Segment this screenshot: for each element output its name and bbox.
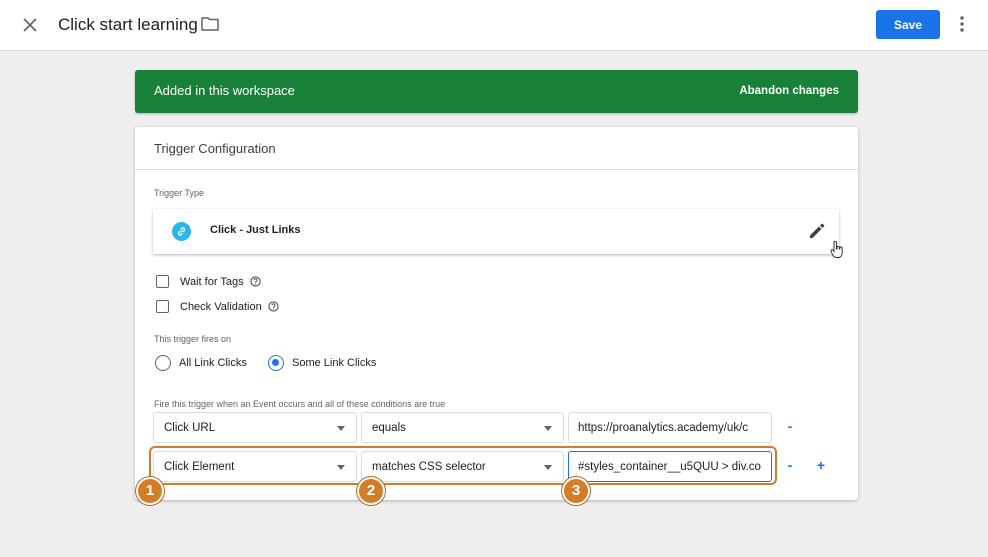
all-link-clicks-option[interactable]: All Link Clicks (155, 355, 247, 371)
check-validation-row: Check Validation (156, 300, 279, 313)
workspace-banner: Added in this workspace Abandon changes (135, 70, 858, 113)
conditions-label: Fire this trigger when an Event occurs a… (154, 399, 446, 409)
card-header: Trigger Configuration (135, 127, 858, 170)
card-title: Trigger Configuration (154, 141, 276, 156)
banner-text: Added in this workspace (154, 83, 295, 98)
close-button[interactable] (19, 14, 41, 36)
trigger-type-name: Click - Just Links (210, 224, 301, 236)
condition-1-variable-select[interactable]: Click URL (153, 412, 357, 443)
page-title[interactable]: Click start learning (58, 15, 198, 35)
wait-for-tags-label: Wait for Tags (180, 275, 244, 288)
help-circle-icon[interactable] (268, 301, 279, 312)
wait-for-tags-row: Wait for Tags (156, 275, 261, 288)
check-validation-label: Check Validation (180, 300, 262, 313)
condition-1-value-input[interactable] (568, 412, 772, 443)
close-icon (23, 18, 37, 32)
folder-icon (201, 17, 219, 31)
chevron-down-icon (337, 426, 345, 431)
some-link-clicks-label: Some Link Clicks (292, 357, 377, 369)
chevron-down-icon (544, 465, 552, 470)
condition-2-operator-value: matches CSS selector (372, 461, 486, 473)
check-validation-checkbox[interactable] (156, 300, 169, 313)
condition-2-value-input[interactable] (568, 451, 772, 482)
all-link-clicks-radio[interactable] (155, 355, 171, 371)
condition-2-variable-select[interactable]: Click Element (153, 451, 357, 482)
condition-2-variable-value: Click Element (164, 461, 235, 473)
annotation-marker-2: 2 (357, 477, 385, 505)
top-bar: Click start learning Save (0, 0, 988, 51)
condition-1-operator-value: equals (372, 422, 406, 434)
abandon-changes-link[interactable]: Abandon changes (739, 85, 839, 97)
wait-for-tags-checkbox[interactable] (156, 275, 169, 288)
edit-trigger-type-button[interactable] (808, 222, 826, 240)
chevron-down-icon (337, 465, 345, 470)
folder-button[interactable] (201, 16, 221, 34)
annotation-marker-3: 3 (562, 477, 590, 505)
all-link-clicks-label: All Link Clicks (179, 357, 247, 369)
edit-pencil-icon (810, 223, 825, 238)
link-icon (172, 222, 191, 241)
condition-2-operator-select[interactable]: matches CSS selector (361, 451, 564, 482)
trigger-configuration-card: Trigger Configuration (135, 127, 858, 500)
trigger-type-selector[interactable]: Click - Just Links (153, 209, 839, 254)
some-link-clicks-radio[interactable] (268, 355, 284, 371)
condition-2-remove-button[interactable]: - (783, 457, 797, 473)
annotation-marker-1: 1 (136, 477, 164, 505)
add-condition-button[interactable]: + (814, 457, 828, 473)
condition-1-operator-select[interactable]: equals (361, 412, 564, 443)
save-button[interactable]: Save (876, 10, 940, 39)
chevron-down-icon (544, 426, 552, 431)
condition-1-variable-value: Click URL (164, 422, 216, 434)
condition-1-remove-button[interactable]: - (783, 418, 797, 434)
fires-on-label: This trigger fires on (154, 334, 232, 344)
hand-cursor-icon (830, 241, 843, 258)
trigger-type-label: Trigger Type (154, 188, 205, 198)
help-circle-icon[interactable] (249, 276, 261, 287)
more-vert-icon (960, 16, 964, 32)
more-options-button[interactable] (955, 14, 969, 36)
some-link-clicks-option[interactable]: Some Link Clicks (268, 355, 376, 371)
